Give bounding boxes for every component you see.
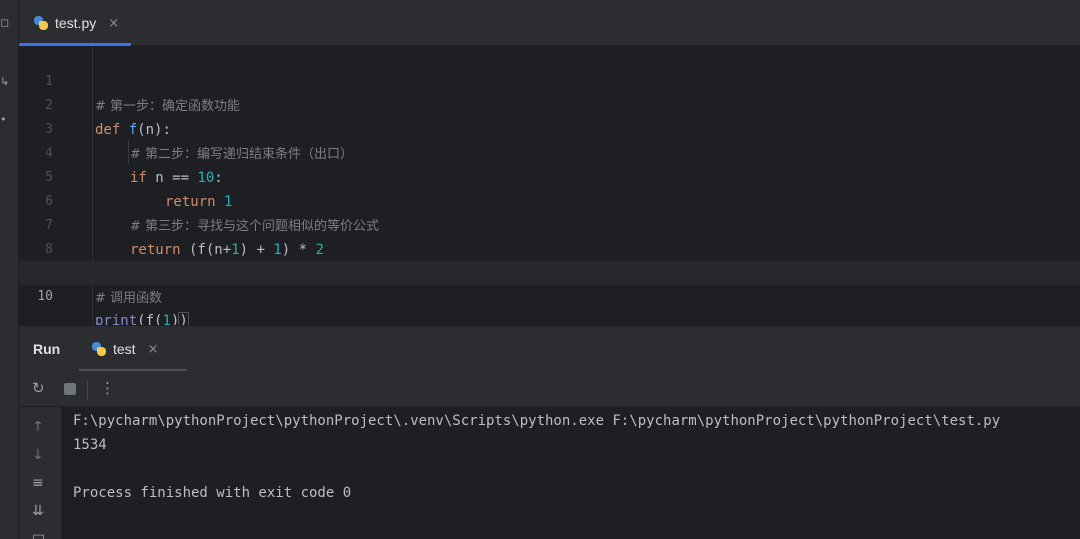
line-number: 10 [37, 289, 53, 304]
scroll-down-icon[interactable]: ↓ [32, 447, 44, 463]
code-line[interactable]: 8 [19, 214, 1080, 257]
print-icon[interactable]: ▭ [32, 529, 45, 539]
run-panel-title: Run [33, 341, 61, 357]
code-line[interactable]: 7 return (f(n+1) + 1) * 2 [19, 190, 1080, 258]
code-line[interactable]: 1 # 第一步：确定函数功能 [19, 46, 1080, 114]
console-output[interactable]: F:\pycharm\pythonProject\pythonProject\.… [61, 407, 1080, 539]
rerun-icon[interactable]: ↻ [32, 379, 45, 397]
left-tool-strip: ◻ ↳ • [0, 0, 19, 539]
python-file-icon [91, 341, 107, 357]
run-tab-test[interactable]: test × [79, 326, 187, 372]
close-icon[interactable]: × [148, 342, 159, 357]
editor-tab-test-py[interactable]: test.py × [19, 0, 131, 46]
code-line[interactable]: 5 return 1 [19, 142, 1080, 210]
python-file-icon [33, 15, 49, 31]
soft-wrap-icon[interactable]: ≡ [32, 475, 44, 491]
console-side-toolbar: ↑ ↓ ≡ ⇊ ▭ [19, 407, 61, 539]
toolbar-divider [87, 380, 88, 400]
code-line[interactable]: 2 def f(n): [19, 70, 1080, 138]
structure-icon[interactable]: ↳ [0, 76, 9, 88]
code-line-current[interactable]: 10 print(f(1)) [19, 261, 1080, 330]
comment: # 调用函数 [95, 291, 163, 306]
console-command-line: F:\pycharm\pythonProject\pythonProject\.… [73, 413, 1001, 429]
console-result: 1534 [73, 437, 107, 453]
code-line[interactable]: 9 # 调用函数 [19, 238, 1080, 306]
more-tools-icon[interactable]: • [0, 114, 8, 126]
code-line[interactable]: 3 # 第二步：编写递归结束条件（出口） [19, 94, 1080, 162]
project-icon[interactable]: ◻ [0, 17, 9, 29]
run-tab-label: test [113, 341, 136, 357]
stop-icon[interactable] [64, 383, 76, 395]
editor-tab-bar: test.py × [19, 0, 1080, 46]
scroll-up-icon[interactable]: ↑ [32, 419, 44, 435]
scroll-to-end-icon[interactable]: ⇊ [32, 503, 44, 519]
editor-tab-label: test.py [55, 15, 97, 31]
code-line[interactable]: 6 # 第三步：寻找与这个问题相似的等价公式 [19, 166, 1080, 234]
more-options-icon[interactable]: ⋮ [100, 379, 115, 397]
close-icon[interactable]: × [108, 16, 119, 31]
run-toolbar: ↻ ⋮ [19, 371, 1080, 407]
console-exit-message: Process finished with exit code 0 [73, 485, 352, 501]
code-line[interactable]: 4 if n == 10: [19, 118, 1080, 186]
run-panel-header: Run test × [19, 325, 1080, 372]
code-editor[interactable]: 1 # 第一步：确定函数功能 2 def f(n): 3 # 第二步：编写递归结… [19, 46, 1080, 330]
